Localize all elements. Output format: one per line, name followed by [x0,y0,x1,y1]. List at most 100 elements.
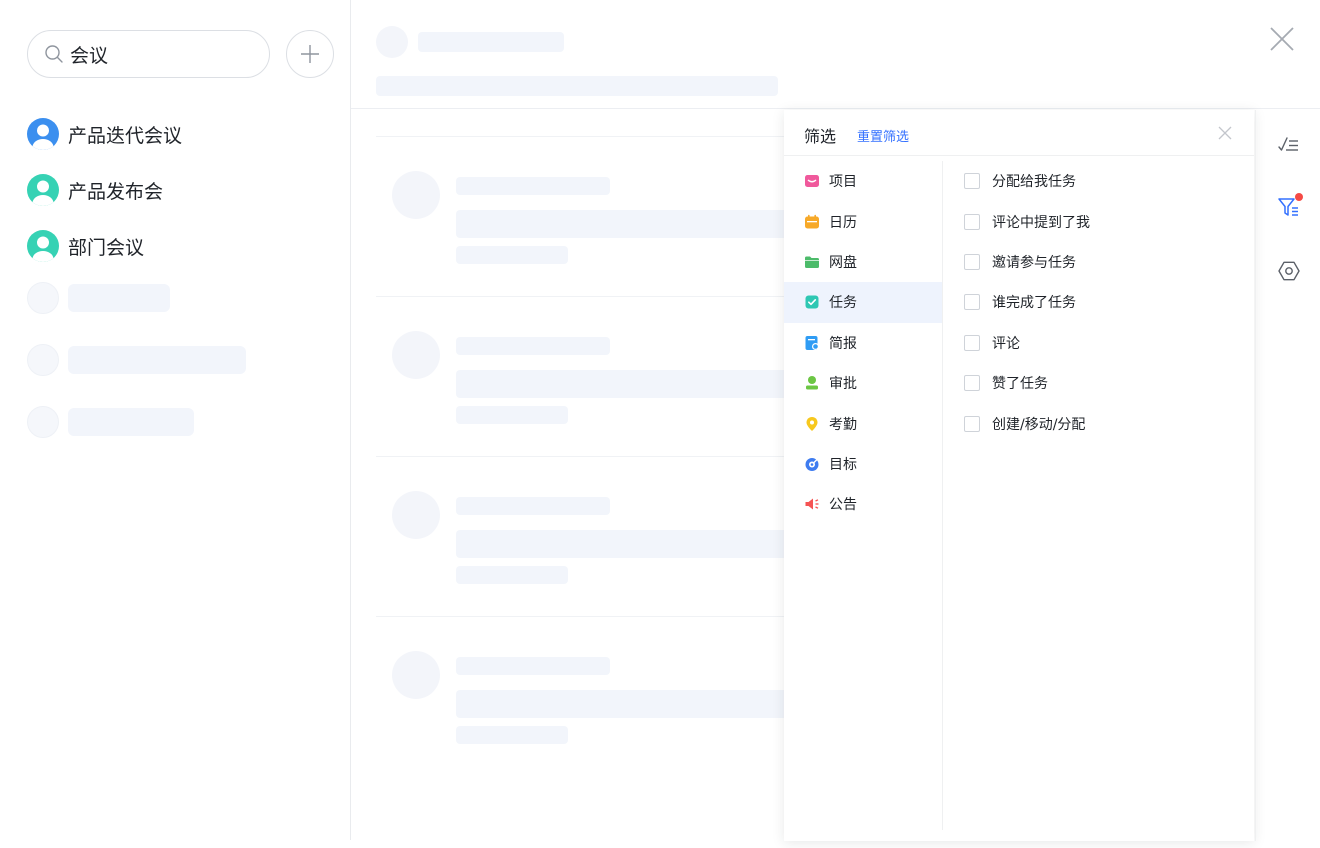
skeleton-avatar [392,331,440,379]
search-box[interactable] [27,30,270,78]
result-label: 产品发布会 [68,180,164,203]
category-label: 简报 [829,335,857,352]
category-item-drive[interactable]: 网盘 [784,242,942,282]
category-label: 项目 [829,174,857,191]
sidebar: 产品迭代会议 产品发布会 部门会议 [0,0,351,840]
skeleton-avatar [392,171,440,219]
skeleton-card [376,136,816,296]
close-icon [1218,126,1232,140]
close-button[interactable] [1267,24,1297,54]
checkbox[interactable] [964,334,980,351]
skeleton-bar [456,177,610,195]
skeleton-card [376,456,816,616]
filter-option[interactable]: 评论 [964,323,1090,363]
option-label: 谁完成了任务 [992,295,1076,312]
result-item[interactable]: 部门会议 [27,226,246,266]
mark-read-button[interactable] [1276,132,1302,158]
skeleton-bar [456,566,568,584]
skeleton-row [27,406,246,438]
search-input[interactable] [70,43,260,65]
divider [351,108,1320,109]
filter-panel: 筛选 重置筛选 项目 日历 网盘 任务 简报 审批 考勤 目标 公告 分配给我任… [784,110,1254,841]
avatar [27,118,59,150]
user-icon [32,236,54,262]
category-item-announcement[interactable]: 公告 [784,484,942,524]
result-label: 部门会议 [68,236,145,259]
filter-close-button[interactable] [1216,124,1234,142]
report-icon [804,335,820,351]
skeleton-bar [456,246,568,264]
option-label: 邀请参与任务 [992,254,1076,271]
reset-filter-link[interactable]: 重置筛选 [857,126,909,145]
skeleton-bar [456,370,816,398]
checkbox[interactable] [964,294,980,311]
skeleton-avatar [392,491,440,539]
settings-button[interactable] [1276,258,1302,284]
app-window: 产品迭代会议 产品发布会 部门会议 [0,0,1320,848]
filter-option[interactable]: 邀请参与任务 [964,242,1090,282]
checklist-icon [1278,137,1298,151]
skeleton-bar [456,337,610,355]
checkbox[interactable] [964,253,980,270]
category-label: 网盘 [829,254,857,271]
right-toolbar [1255,110,1320,841]
user-icon [32,124,54,150]
category-item-report[interactable]: 简报 [784,323,942,363]
notification-dot [1295,193,1303,201]
skeleton-bar [68,284,170,312]
settings-icon [1278,261,1300,281]
search-result-list: 产品迭代会议 产品发布会 部门会议 [27,114,246,468]
avatar [27,230,59,262]
avatar [27,174,59,206]
filter-option[interactable]: 创建/移动/分配 [964,403,1090,443]
calendar-icon [804,214,820,230]
category-item-calendar[interactable]: 日历 [784,201,942,241]
category-label: 考勤 [829,416,857,433]
skeleton-bar [68,408,194,436]
checkbox[interactable] [964,213,980,230]
filter-category-list: 项目 日历 网盘 任务 简报 审批 考勤 目标 公告 [784,161,943,830]
skeleton-bar [418,32,564,52]
skeleton-bar [456,657,610,675]
folder-icon [804,254,820,270]
category-item-project[interactable]: 项目 [784,161,942,201]
skeleton-bar [456,497,610,515]
filter-button[interactable] [1276,193,1303,220]
task-icon [804,294,820,310]
skeleton-row [27,282,246,314]
category-item-task[interactable]: 任务 [784,282,942,323]
category-item-attendance[interactable]: 考勤 [784,403,942,443]
attendance-icon [804,416,820,432]
checkbox[interactable] [964,173,980,190]
target-icon [804,456,820,472]
announcement-icon [804,496,820,512]
option-label: 创建/移动/分配 [992,416,1086,433]
category-label: 公告 [829,497,857,514]
checkbox[interactable] [964,415,980,432]
checkbox[interactable] [964,375,980,392]
category-label: 任务 [829,295,857,312]
skeleton-avatar [27,344,59,376]
filter-option[interactable]: 评论中提到了我 [964,201,1090,241]
project-icon [804,173,820,189]
filter-option[interactable]: 谁完成了任务 [964,282,1090,322]
result-label: 产品迭代会议 [68,124,183,147]
skeleton-row [27,344,246,376]
filter-option[interactable]: 赞了任务 [964,363,1090,403]
skeleton-bar [456,210,816,238]
skeleton-bar [456,690,816,718]
filter-header: 筛选 重置筛选 [784,110,1254,156]
skeleton-card [376,616,816,776]
skeleton-bar [456,406,568,424]
skeleton-avatar [392,651,440,699]
skeleton-bar [68,346,246,374]
close-icon [1270,27,1294,51]
category-item-target[interactable]: 目标 [784,444,942,484]
search-icon [45,45,63,63]
result-item[interactable]: 产品发布会 [27,170,246,210]
filter-option[interactable]: 分配给我任务 [964,161,1090,201]
result-item[interactable]: 产品迭代会议 [27,114,246,154]
category-item-approval[interactable]: 审批 [784,363,942,403]
add-button[interactable] [286,30,334,78]
option-label: 评论 [992,335,1020,352]
